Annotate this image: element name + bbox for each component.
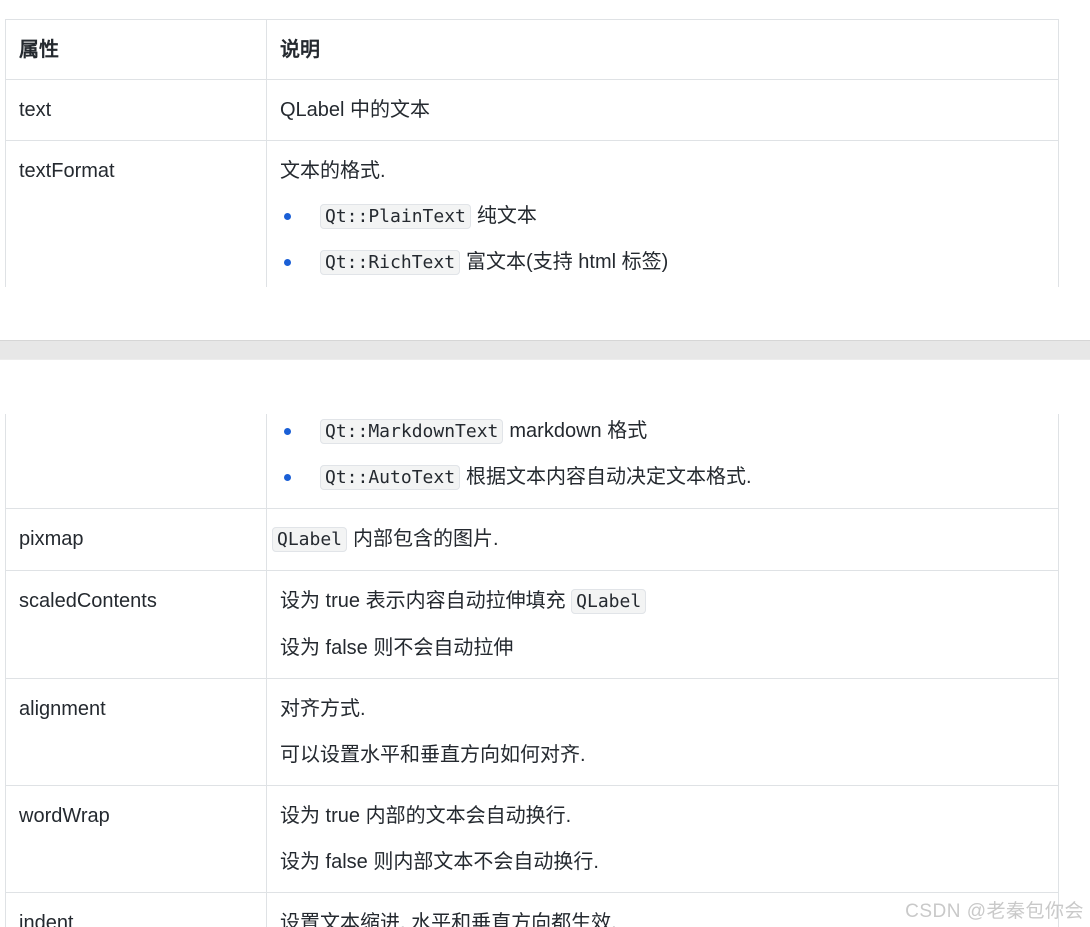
header-property: 属性: [5, 19, 267, 80]
property-name-wordwrap: wordWrap: [5, 785, 267, 893]
scaledcontents-line1: 设为 true 表示内容自动拉伸填充 QLabel: [280, 587, 1045, 616]
property-desc-pixmap: QLabel 内部包含的图片.: [266, 508, 1059, 571]
option-label: 富文本(支持 html 标签): [466, 251, 669, 273]
scaledcontents-text: 设为 true 表示内容自动拉伸填充: [280, 590, 566, 612]
list-item: Qt::MarkdownText markdown 格式: [280, 417, 1045, 446]
property-name-indent: indent: [5, 892, 267, 927]
table-row: pixmap QLabel 内部包含的图片.: [5, 508, 1059, 571]
alignment-line2: 可以设置水平和垂直方向如何对齐.: [280, 744, 586, 766]
code-qlabel: QLabel: [272, 527, 348, 552]
header-description: 说明: [266, 19, 1059, 80]
alignment-line1: 对齐方式.: [280, 698, 366, 720]
property-desc-textformat: 文本的格式. Qt::PlainText 纯文本 Qt::RichText 富文本(…: [266, 140, 1059, 287]
property-name-alignment: alignment: [5, 678, 267, 786]
table-row: text QLabel 中的文本: [5, 79, 1059, 141]
property-name-empty: [5, 414, 267, 509]
document-page: 属性 说明 text QLabel 中的文本 textFormat 文本的格式.…: [0, 0, 1090, 927]
property-desc-alignment: 对齐方式. 可以设置水平和垂直方向如何对齐.: [266, 678, 1059, 786]
table-row: wordWrap 设为 true 内部的文本会自动换行. 设为 false 则内…: [5, 785, 1059, 893]
list-item: Qt::PlainText 纯文本: [280, 202, 1045, 231]
code-plaintext: Qt::PlainText: [320, 204, 471, 229]
code-richtext: Qt::RichText: [320, 250, 461, 275]
option-label: 根据文本内容自动决定文本格式.: [466, 466, 752, 488]
property-name-text: text: [5, 79, 267, 141]
screenshot-separator: [0, 340, 1090, 360]
property-desc-textformat-cont: Qt::MarkdownText markdown 格式 Qt::AutoText…: [266, 414, 1059, 509]
property-name-textformat: textFormat: [5, 140, 267, 287]
table-row: textFormat 文本的格式. Qt::PlainText 纯文本 Qt::R…: [5, 140, 1059, 287]
textformat-options-list-cont: Qt::MarkdownText markdown 格式 Qt::AutoText…: [280, 417, 1045, 492]
properties-table: 属性 说明 text QLabel 中的文本 textFormat 文本的格式.…: [5, 19, 1059, 287]
list-item: Qt::AutoText 根据文本内容自动决定文本格式.: [280, 463, 1045, 492]
code-qlabel: QLabel: [571, 589, 647, 614]
table-fragment-top: 属性 说明 text QLabel 中的文本 textFormat 文本的格式.…: [0, 0, 1090, 287]
code-markdowntext: Qt::MarkdownText: [320, 419, 504, 444]
watermark: CSDN @老秦包你会: [905, 901, 1084, 922]
list-item: Qt::RichText 富文本(支持 html 标签): [280, 248, 1045, 277]
properties-table-continued: Qt::MarkdownText markdown 格式 Qt::AutoText…: [5, 414, 1059, 927]
property-name-scaledcontents: scaledContents: [5, 570, 267, 679]
wordwrap-line1: 设为 true 内部的文本会自动换行.: [280, 805, 572, 827]
property-desc-text: QLabel 中的文本: [266, 79, 1059, 141]
code-autotext: Qt::AutoText: [320, 465, 461, 490]
pixmap-desc: 内部包含的图片.: [353, 528, 499, 550]
textformat-intro: 文本的格式.: [280, 160, 386, 182]
wordwrap-line2: 设为 false 则内部文本不会自动换行.: [280, 851, 599, 873]
table-row: alignment 对齐方式. 可以设置水平和垂直方向如何对齐.: [5, 678, 1059, 786]
textformat-options-list: Qt::PlainText 纯文本 Qt::RichText 富文本(支持 html…: [280, 202, 1045, 277]
table-row: indent 设置文本缩进. 水平和垂直方向都生效.: [5, 892, 1059, 927]
table-header-row: 属性 说明: [5, 19, 1059, 80]
option-label: 纯文本: [476, 205, 537, 227]
option-label: markdown 格式: [509, 420, 648, 442]
property-desc-wordwrap: 设为 true 内部的文本会自动换行. 设为 false 则内部文本不会自动换行…: [266, 785, 1059, 893]
property-desc-scaledcontents: 设为 true 表示内容自动拉伸填充 QLabel 设为 false 则不会自动…: [266, 570, 1059, 679]
table-row: Qt::MarkdownText markdown 格式 Qt::AutoText…: [5, 414, 1059, 509]
table-fragment-bottom: Qt::MarkdownText markdown 格式 Qt::AutoText…: [0, 414, 1090, 927]
scaledcontents-line2: 设为 false 则不会自动拉伸: [280, 637, 514, 659]
property-name-pixmap: pixmap: [5, 508, 267, 571]
table-row: scaledContents 设为 true 表示内容自动拉伸填充 QLabel…: [5, 570, 1059, 679]
